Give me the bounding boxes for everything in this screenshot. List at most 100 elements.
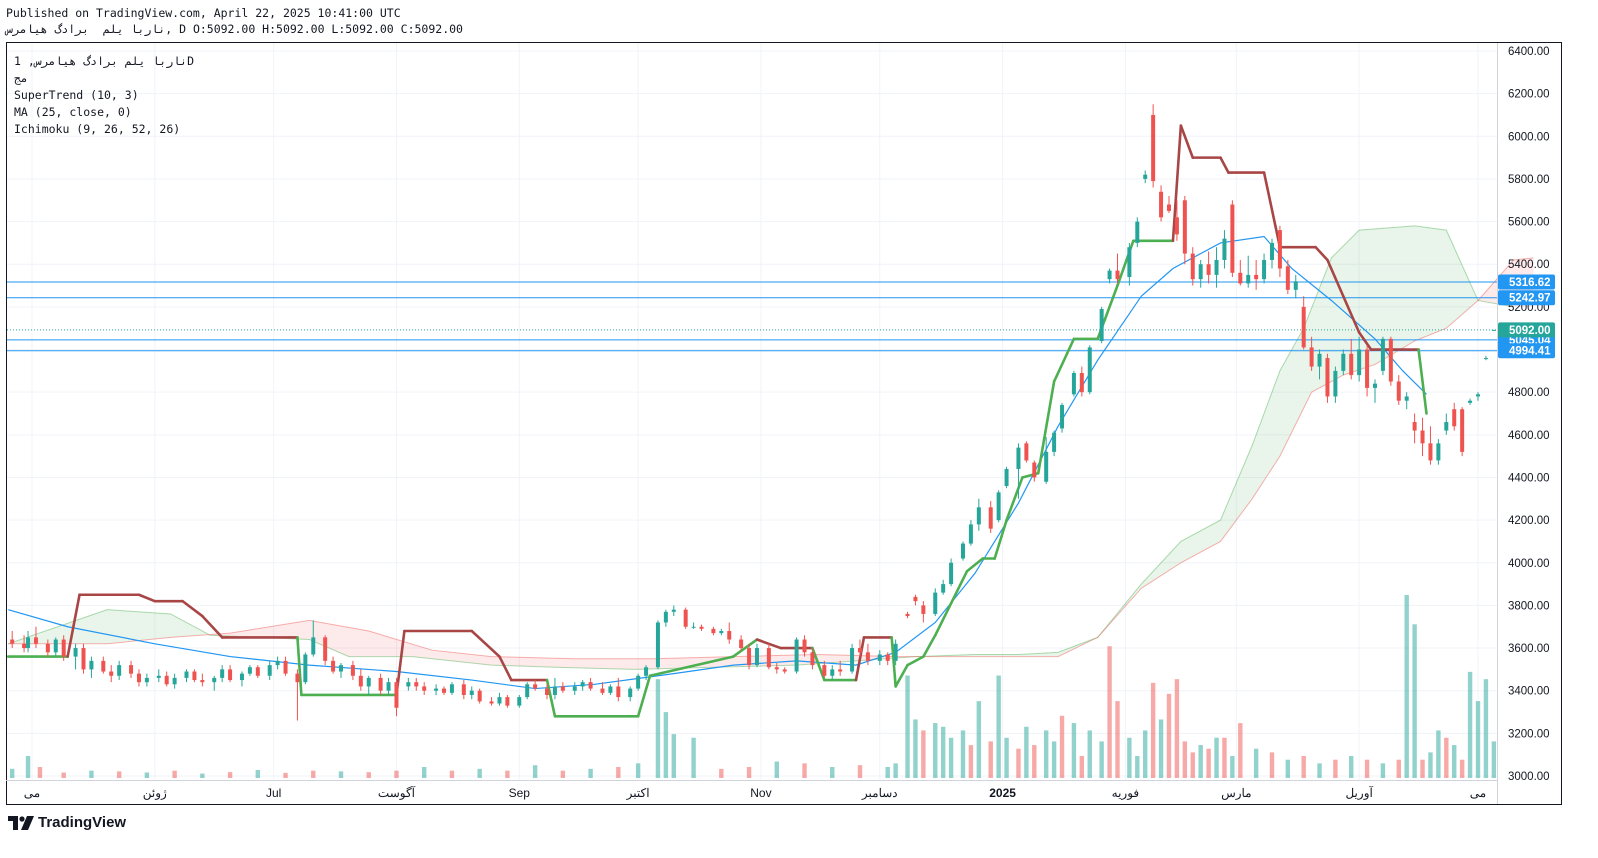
candle-body <box>1460 409 1465 452</box>
candle-body <box>636 675 641 689</box>
volume-bar <box>1059 715 1065 778</box>
candle-body <box>1333 370 1338 397</box>
candle-body <box>1396 381 1401 401</box>
tradingview-brand[interactable]: TradingView <box>8 814 126 831</box>
candle-body <box>885 654 890 661</box>
volume-bar <box>172 770 177 778</box>
y-tick-label: 6400.00 <box>1508 46 1550 58</box>
volume-bar <box>719 768 724 778</box>
volume-bar <box>1004 737 1009 778</box>
candle-body <box>239 673 244 681</box>
candle-body <box>857 648 862 653</box>
candle-body <box>1214 259 1219 275</box>
volume-bar <box>976 701 982 778</box>
y-tick-label: 3800.00 <box>1508 600 1550 612</box>
volume-bar <box>671 734 676 778</box>
candle-body <box>1341 353 1346 371</box>
candle-body <box>1325 358 1330 397</box>
candle-body <box>1238 272 1243 284</box>
volume-bar <box>1190 752 1195 778</box>
volume-bar <box>921 730 926 778</box>
volume-bar <box>311 770 316 778</box>
volume-bar <box>830 767 835 778</box>
volume-bar <box>588 768 593 778</box>
volume-bar <box>61 772 66 778</box>
candle-body <box>378 677 383 691</box>
candle-body <box>545 688 550 695</box>
legend-ichimoku[interactable]: Ichimoku (9, 26, 52, 26) <box>14 122 180 136</box>
candle-body <box>477 690 482 702</box>
candle-body <box>996 492 1001 521</box>
candle-body <box>1388 338 1393 382</box>
volume-bar <box>996 675 1001 778</box>
candle-body <box>1246 274 1251 284</box>
candle-body <box>339 665 344 672</box>
volume-bar <box>655 679 661 778</box>
volume-bar <box>422 767 427 778</box>
candle-body <box>552 686 557 695</box>
tradingview-logo-icon <box>8 815 34 830</box>
candle-body <box>1436 443 1441 461</box>
last-price-tag: 5092.00 <box>1509 325 1551 337</box>
candle-body <box>1476 394 1480 397</box>
volume-bar <box>913 719 918 778</box>
chart-svg[interactable]: 3000.00 3200.00 3400.00 3600.00 3800.00 4000.… <box>0 0 1598 858</box>
volume-bar <box>940 726 946 778</box>
candle-body <box>663 611 668 623</box>
volume-bar <box>338 771 344 778</box>
candle-body <box>960 543 965 559</box>
candle-body <box>1380 338 1385 371</box>
candle-body <box>247 667 252 674</box>
candle-body <box>1372 383 1377 388</box>
x-tick-label: Jul <box>266 786 281 800</box>
volume-bar <box>227 772 233 778</box>
candle-body <box>1071 372 1076 395</box>
candle-body <box>228 669 233 681</box>
candle-body <box>81 648 86 670</box>
volume-bar <box>449 770 455 778</box>
level-price-tag: 4994.41 <box>1509 346 1551 358</box>
volume-bar <box>1166 693 1172 778</box>
volume-bar <box>1483 679 1489 778</box>
candle-body <box>802 639 807 653</box>
volume-bar <box>1317 763 1322 778</box>
cloud-segment <box>348 627 369 657</box>
candle-body <box>933 592 938 614</box>
candle-body <box>331 660 336 672</box>
y-tick-label: 5600.00 <box>1508 217 1550 229</box>
candle-body <box>941 584 946 593</box>
legend-ma[interactable]: MA (25, close, 0) <box>14 105 132 119</box>
candle-body <box>323 637 328 661</box>
candle-body <box>220 669 225 678</box>
candle-body <box>45 643 50 653</box>
x-tick-label: Nov <box>750 786 771 800</box>
candle-body <box>739 639 744 649</box>
candle-body <box>644 667 649 676</box>
volume-bar <box>1107 646 1112 778</box>
candle-body <box>469 690 474 695</box>
candle-body <box>109 671 114 676</box>
candle-body <box>406 682 411 687</box>
candle-body <box>117 665 122 676</box>
candle-body <box>303 654 308 683</box>
candle-body <box>1491 329 1496 331</box>
volume-bar <box>1467 671 1473 778</box>
volume-bar <box>905 675 910 778</box>
volume-bar <box>1051 741 1057 778</box>
volume-bar <box>477 768 482 778</box>
candle-body <box>830 669 835 676</box>
volume-bar <box>25 756 31 778</box>
candle-body <box>1222 238 1227 260</box>
legend-symbol: ناربا یلم برادگ هیامرس, 1D <box>14 54 194 69</box>
volume-bar <box>116 771 122 778</box>
x-tick-label: می <box>24 786 40 800</box>
candle-body <box>988 507 993 529</box>
volume-bar <box>960 730 966 778</box>
candle-body <box>1230 204 1235 273</box>
legend-supertrend[interactable]: SuperTrend (10, 3) <box>14 88 139 102</box>
candle-body <box>200 680 205 683</box>
candle-body <box>1404 396 1409 401</box>
volume-bar <box>37 767 43 778</box>
x-tick-label: Sep <box>509 786 531 800</box>
candle-body <box>350 665 355 676</box>
